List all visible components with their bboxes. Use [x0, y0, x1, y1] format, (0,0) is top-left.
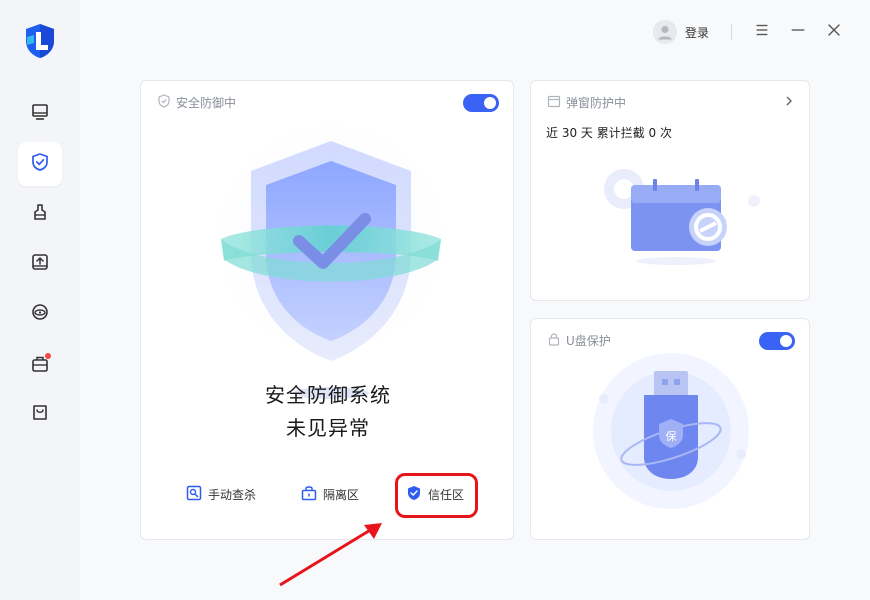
sidebar-item-toolbox[interactable] [18, 342, 62, 386]
privacy-eye-icon [30, 302, 50, 326]
topbar-divider [731, 24, 732, 40]
sidebar-item-drive[interactable] [18, 242, 62, 286]
monitor-icon [30, 102, 50, 126]
login-button[interactable]: 登录 [653, 20, 709, 44]
sidebar [0, 0, 80, 600]
minimize-button[interactable] [788, 22, 808, 42]
calendar-icon [547, 94, 561, 111]
defense-toggle[interactable] [463, 94, 499, 112]
sidebar-item-computer[interactable] [18, 92, 62, 136]
login-label: 登录 [685, 25, 710, 40]
usb-protection-card: U盘保护 保 [530, 318, 810, 540]
sidebar-item-protection[interactable] [18, 142, 62, 186]
status-line-2: 未见异常 [286, 416, 370, 440]
bag-icon [30, 402, 50, 426]
popup-card-title-text: 弹窗防护中 [566, 96, 627, 110]
broom-icon [30, 202, 50, 226]
menu-button[interactable] [752, 22, 772, 42]
lock-icon [547, 332, 561, 349]
usb-badge-text: 保 [666, 429, 677, 443]
chevron-right-icon[interactable] [783, 92, 795, 111]
drive-icon [30, 252, 50, 276]
notification-dot [45, 353, 51, 359]
user-icon [653, 20, 677, 44]
quarantine-icon [301, 485, 317, 504]
status-line-1: 安全防御系统 [265, 383, 391, 407]
defense-card-title-text: 安全防御中 [176, 96, 237, 110]
popup-protection-card[interactable]: 弹窗防护中 近 30 天 累计拦截 0 次 [530, 80, 810, 301]
shield-check-icon [30, 152, 50, 176]
shield-outline-icon [157, 94, 171, 111]
popup-block-illustration [596, 159, 766, 269]
quarantine-label: 隔离区 [323, 488, 360, 502]
app-logo [24, 23, 56, 59]
annotation-arrow [279, 523, 382, 587]
manual-scan-button[interactable]: 手动查杀 [186, 485, 256, 504]
minimize-icon [789, 21, 807, 43]
shield-illustration [201, 121, 461, 411]
sidebar-item-privacy[interactable] [18, 292, 62, 336]
manual-scan-label: 手动查杀 [208, 488, 257, 502]
sidebar-item-store[interactable] [18, 392, 62, 436]
manual-scan-icon [186, 485, 202, 504]
annotation-highlight [395, 473, 478, 518]
popup-stat: 近 30 天 累计拦截 0 次 [546, 126, 672, 140]
close-icon [825, 21, 843, 43]
quarantine-button[interactable]: 隔离区 [301, 485, 359, 504]
usb-toggle[interactable] [759, 332, 795, 350]
menu-icon [753, 21, 771, 43]
usb-illustration: 保 [586, 349, 756, 509]
usb-card-title-text: U盘保护 [566, 334, 611, 348]
sidebar-item-cleanup[interactable] [18, 192, 62, 236]
popup-card-title: 弹窗防护中 [547, 94, 626, 111]
close-button[interactable] [824, 22, 844, 42]
usb-card-title: U盘保护 [547, 332, 611, 349]
toolbox-icon [30, 353, 51, 374]
defense-card-title: 安全防御中 [157, 94, 236, 111]
defense-card: 安全防御中 安全防御系统 未见异常 手动查杀 隔离区 信任区 [140, 80, 514, 540]
